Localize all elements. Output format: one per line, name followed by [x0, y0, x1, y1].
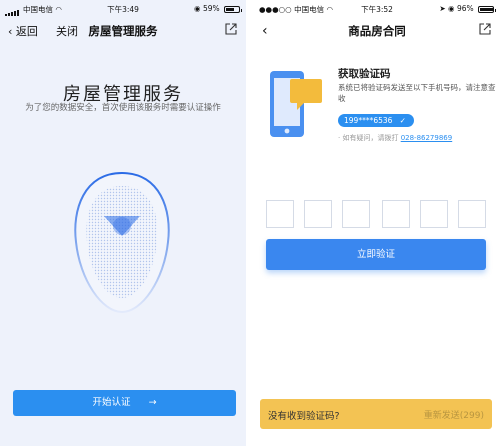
code-input-row: [266, 200, 498, 228]
phone-message-icon: [270, 71, 322, 137]
help-text: · 如有疑问，请拨打 028-86279869: [338, 133, 452, 143]
page-description: 为了您的数据安全，首次使用该服务时需要认证操作: [25, 103, 221, 113]
battery-icon: [478, 5, 496, 13]
right-phone-screen: ●●●○○ 中国电信 ◠ 下午3:52 ➤ ◉ 96% ‹ 商品房合同 获取验证…: [254, 0, 500, 446]
screen-divider: [246, 0, 254, 446]
code-input-box[interactable]: [266, 200, 294, 228]
phone-number: 199****6536: [344, 116, 393, 125]
help-prefix: · 如有疑问，请拨打: [338, 134, 399, 142]
status-bar: ●●●○○ 中国电信 ◠ 下午3:52 ➤ ◉ 96%: [254, 0, 500, 16]
location-icon: ➤: [439, 4, 446, 13]
battery-icon: [224, 5, 242, 13]
code-input-box[interactable]: [420, 200, 448, 228]
share-icon[interactable]: [224, 22, 238, 36]
code-input-box[interactable]: [342, 200, 370, 228]
check-icon: ✓: [399, 116, 406, 125]
start-button-label: 开始认证: [92, 397, 131, 408]
resend-button[interactable]: 重新发送(299): [424, 408, 484, 421]
start-verification-button[interactable]: 开始认证 →: [13, 390, 236, 416]
nav-bar: ‹ 返回 关闭 房屋管理服务: [0, 16, 246, 44]
left-phone-screen: 中国电信 ◠ 下午3:49 ◉ 59% ‹ 返回 关闭 房屋管理服务 房屋管理服…: [0, 0, 246, 446]
code-input-box[interactable]: [304, 200, 332, 228]
verification-title: 获取验证码: [338, 68, 391, 80]
code-input-box[interactable]: [382, 200, 410, 228]
verify-now-button[interactable]: 立即验证: [266, 239, 486, 270]
battery-percent: 96%: [456, 4, 474, 13]
alarm-icon: ◉: [448, 4, 455, 13]
nav-bar: ‹ 商品房合同: [254, 16, 500, 44]
alarm-icon: ◉: [194, 4, 201, 13]
battery-percent: 59%: [202, 4, 220, 13]
phone-number-badge: 199****6536 ✓: [338, 114, 414, 127]
arrow-right-icon: →: [148, 397, 157, 408]
nav-title: 商品房合同: [348, 24, 406, 38]
no-code-text: 没有收到验证码?: [268, 411, 340, 422]
status-bar: 中国电信 ◠ 下午3:49 ◉ 59%: [0, 0, 246, 16]
help-phone-link[interactable]: 028-86279869: [401, 134, 453, 142]
share-icon[interactable]: [478, 22, 492, 36]
code-input-box[interactable]: [458, 200, 486, 228]
verification-description: 系统已将验证码发送至以下手机号码，请注意查收: [338, 83, 496, 103]
resend-bar: 没有收到验证码? 重新发送(299): [260, 399, 492, 429]
nav-title: 房屋管理服务: [88, 24, 158, 38]
face-recognition-illustration: [74, 171, 170, 314]
